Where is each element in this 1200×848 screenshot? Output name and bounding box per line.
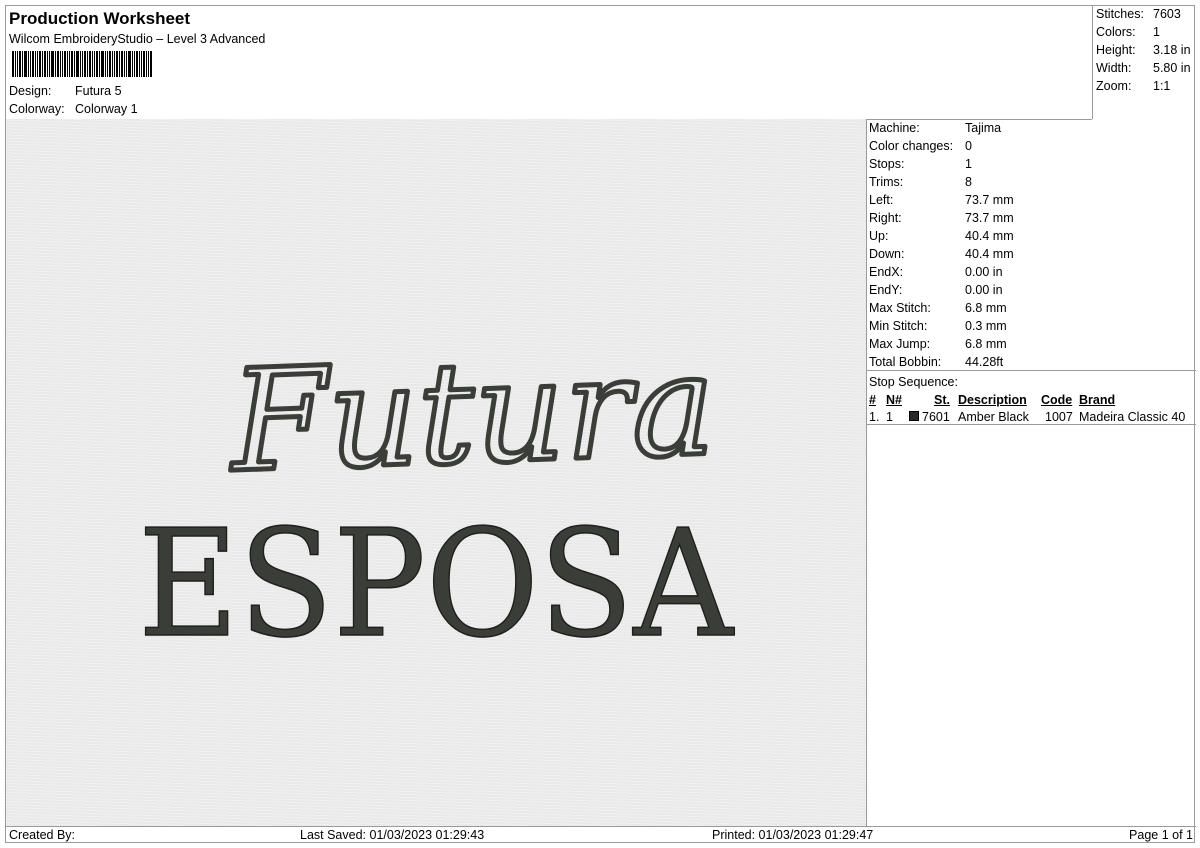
col-header-st: St. <box>934 393 950 407</box>
design-preview: Futura ESPOSA <box>6 119 867 826</box>
summary-row-width: Width: 5.80 in <box>1096 61 1191 75</box>
details-panel: Machine: Tajima Color changes: 0 Stops: 1 Trim… <box>866 119 1196 826</box>
detail-row: Color changes: 0 <box>869 139 972 153</box>
design-label: Design: <box>9 84 52 98</box>
page-number: Page 1 of 1 <box>1129 828 1193 842</box>
detail-value: 1 <box>965 157 972 171</box>
detail-value: 0 <box>965 139 972 153</box>
detail-label: Stops: <box>869 157 905 171</box>
detail-label: Left: <box>869 193 894 207</box>
detail-label: Max Stitch: <box>869 301 931 315</box>
col-header-num: # <box>869 393 876 407</box>
detail-label: Max Jump: <box>869 337 931 351</box>
detail-value: 73.7 mm <box>965 211 1014 225</box>
detail-label: Min Stitch: <box>869 319 928 333</box>
detail-label: Total Bobbin: <box>869 355 942 369</box>
detail-row: Down: 40.4 mm <box>869 247 1014 261</box>
detail-row: Stops: 1 <box>869 157 972 171</box>
embroidery-design: Futura ESPOSA <box>137 322 735 671</box>
summary-panel: Stitches: 7603 Colors: 1 Height: 3.18 in Wi… <box>1092 6 1196 119</box>
detail-label: Right: <box>869 211 902 225</box>
detail-label: Color changes: <box>869 139 954 153</box>
summary-row-zoom: Zoom: 1:1 <box>1096 79 1171 93</box>
colorway-label: Colorway: <box>9 102 65 116</box>
detail-row: EndX: 0.00 in <box>869 265 1003 279</box>
detail-row: Max Jump: 6.8 mm <box>869 337 1007 351</box>
detail-value: 6.8 mm <box>965 337 1007 351</box>
col-header-code: Code <box>1041 393 1073 407</box>
detail-value: 6.8 mm <box>965 301 1007 315</box>
summary-row-colors: Colors: 1 <box>1096 25 1160 39</box>
row-description: Amber Black <box>958 410 1029 424</box>
color-swatch <box>909 411 919 421</box>
detail-value: 0.3 mm <box>965 319 1007 333</box>
detail-row: Trims: 8 <box>869 175 972 189</box>
detail-value: 40.4 mm <box>965 229 1014 243</box>
worksheet-header: Production Worksheet Wilcom EmbroiderySt… <box>6 6 1092 120</box>
detail-value: 0.00 in <box>965 265 1003 279</box>
summary-row-stitches: Stitches: 7603 <box>1096 7 1181 21</box>
detail-row: EndY: 0.00 in <box>869 283 1003 297</box>
design-value: Futura 5 <box>75 84 122 98</box>
col-header-description: Description <box>958 393 1027 407</box>
design-row: Design: Futura 5 <box>9 84 122 98</box>
detail-label: Trims: <box>869 175 904 189</box>
col-header-brand: Brand <box>1079 393 1116 407</box>
row-stitches: 7601 <box>922 410 950 424</box>
detail-label: Down: <box>869 247 905 261</box>
detail-row: Min Stitch: 0.3 mm <box>869 319 1007 333</box>
row-n: 1 <box>886 410 893 424</box>
colorway-value: Colorway 1 <box>75 102 138 116</box>
printed-date: Printed: 01/03/2023 01:29:47 <box>712 828 874 842</box>
detail-label: Up: <box>869 229 889 243</box>
design-serif-text: ESPOSA <box>138 498 735 670</box>
detail-value: 44.28ft <box>965 355 1004 369</box>
summary-row-height: Height: 3.18 in <box>1096 43 1191 57</box>
detail-label: Machine: <box>869 121 920 135</box>
detail-row: Max Stitch: 6.8 mm <box>869 301 1007 315</box>
colorway-row: Colorway: Colorway 1 <box>9 102 138 116</box>
created-by: Created By: <box>9 828 76 842</box>
detail-value: 40.4 mm <box>965 247 1014 261</box>
software-name: Wilcom EmbroideryStudio – Level 3 Advanc… <box>9 32 266 46</box>
detail-label: EndX: <box>869 265 904 279</box>
detail-row: Right: 73.7 mm <box>869 211 1014 225</box>
detail-value: 0.00 in <box>965 283 1003 297</box>
design-script-text: Futura <box>225 324 718 504</box>
detail-value: 8 <box>965 175 972 189</box>
detail-value: 73.7 mm <box>965 193 1014 207</box>
stop-sequence-title: Stop Sequence: <box>869 375 958 389</box>
worksheet-footer: Created By: Last Saved: 01/03/2023 01:29… <box>6 826 1196 844</box>
col-header-n: N# <box>886 393 902 407</box>
last-saved: Last Saved: 01/03/2023 01:29:43 <box>300 828 485 842</box>
worksheet-frame: Production Worksheet Wilcom EmbroiderySt… <box>5 5 1196 844</box>
stop-sequence: Stop Sequence: # N# St. Description Code… <box>866 370 1196 425</box>
barcode-image <box>12 51 152 77</box>
row-code: 1007 <box>1045 410 1073 424</box>
detail-label: EndY: <box>869 283 903 297</box>
detail-row: Total Bobbin: 44.28ft <box>869 355 1003 369</box>
detail-value: Tajima <box>965 121 1002 135</box>
row-num: 1. <box>869 410 880 424</box>
row-brand: Madeira Classic 40 <box>1079 410 1186 424</box>
page-title: Production Worksheet <box>9 9 191 28</box>
detail-row: Machine: Tajima <box>869 121 1001 135</box>
detail-row: Up: 40.4 mm <box>869 229 1014 243</box>
detail-row: Left: 73.7 mm <box>869 193 1014 207</box>
